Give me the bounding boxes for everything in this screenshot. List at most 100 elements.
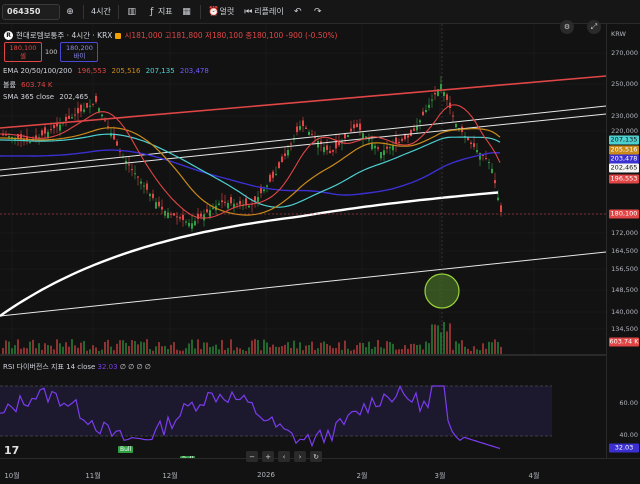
volume-bar	[464, 346, 466, 354]
volume-bar	[110, 346, 112, 354]
candle	[164, 211, 166, 216]
candle	[494, 180, 496, 184]
alert-button[interactable]: ⏰ 얼럿	[204, 2, 239, 22]
sell-button[interactable]: 180,100 셀	[4, 42, 42, 62]
rsi-tick: 40.00	[619, 431, 638, 439]
volume-bar	[221, 339, 223, 354]
scroll-left-button[interactable]: ‹	[278, 451, 290, 462]
scroll-right-button[interactable]: ›	[294, 451, 306, 462]
volume-bar	[356, 345, 358, 354]
chart-type-button[interactable]: ▥	[122, 2, 142, 22]
buy-price: 180,200	[65, 44, 93, 52]
fullscreen-icon[interactable]: ⤢	[587, 20, 601, 34]
candle	[500, 205, 502, 212]
chart-settings-icon[interactable]: ⚙	[560, 20, 574, 34]
candle	[455, 124, 457, 128]
volume-bar	[254, 339, 256, 354]
interval-button[interactable]: 4시간	[87, 2, 115, 22]
candle	[383, 150, 385, 156]
volume-bar	[326, 343, 328, 354]
last-price-tag: 180,100	[609, 209, 639, 219]
templates-icon: ▦	[182, 6, 191, 17]
volume-bar	[473, 346, 475, 354]
volume-bar	[446, 331, 448, 354]
spread-value: 100	[45, 48, 58, 56]
undo-icon: ↶	[293, 6, 302, 17]
time-label: 12월	[162, 472, 178, 480]
compare-button[interactable]: ⊕	[60, 2, 80, 22]
symbol-name[interactable]: 현대로템보통주 · 4시간 · KRX	[16, 30, 112, 41]
time-label: 4월	[528, 472, 540, 480]
symbol-title: R 현대로템보통주 · 4시간 · KRX 시181,000 고181,800 …	[4, 30, 337, 41]
templates-button[interactable]: ▦	[177, 2, 197, 22]
volume-bar	[293, 340, 295, 354]
candle	[248, 205, 250, 208]
candle	[53, 124, 55, 129]
candle	[425, 110, 427, 112]
candle	[68, 115, 70, 119]
candle	[380, 152, 382, 159]
candle	[317, 141, 319, 148]
candle	[167, 212, 169, 219]
candle	[269, 174, 271, 182]
candle	[80, 104, 82, 112]
candle	[131, 169, 133, 171]
candle	[305, 127, 307, 129]
candle	[374, 145, 376, 149]
volume-bar	[38, 343, 40, 354]
toolbar-divider	[83, 4, 84, 19]
candle	[116, 141, 118, 146]
candle	[230, 197, 232, 204]
price-tick: 172,000	[611, 229, 638, 237]
volume-bar	[458, 343, 460, 354]
volume-bar	[365, 347, 367, 354]
candle	[287, 150, 289, 156]
candle	[311, 134, 313, 136]
volume-bar	[119, 340, 121, 354]
ema200-price-tag: 203,478	[609, 154, 639, 164]
volume-bar	[161, 346, 163, 354]
buy-button[interactable]: 180,200 바이	[60, 42, 99, 62]
candle	[407, 135, 409, 138]
volume-bar	[278, 347, 280, 354]
volume-bars	[2, 321, 502, 354]
candle	[356, 123, 358, 128]
reset-chart-button[interactable]: ↻	[310, 451, 322, 462]
candle	[239, 200, 241, 205]
volume-bar	[197, 339, 199, 354]
candle	[254, 196, 256, 201]
candle	[77, 108, 79, 114]
sma-legend[interactable]: SMA 365 close 202,465	[3, 93, 88, 101]
volume-legend[interactable]: 볼륨 603.74 K	[3, 80, 52, 90]
volume-bar	[50, 345, 52, 354]
symbol-search-input[interactable]: 064350	[2, 3, 60, 20]
replay-button[interactable]: ⏮ 리플레이	[238, 2, 287, 22]
redo-button[interactable]: ↷	[308, 2, 328, 22]
time-label: 3월	[434, 472, 446, 480]
alert-label: 얼럿	[219, 7, 235, 16]
volume-bar	[428, 343, 430, 354]
price-axis[interactable]: KRW 270,000 250,000 230,000 220,000 207,…	[606, 24, 640, 458]
indicators-button[interactable]: ƒ 지표	[142, 2, 177, 22]
trendline-white-lower[interactable]	[0, 251, 606, 317]
candle	[83, 109, 85, 112]
candle	[473, 143, 475, 147]
replay-icon: ⏮	[244, 6, 253, 17]
volume-bar	[338, 342, 340, 354]
volume-bar	[500, 346, 502, 354]
volume-bar	[431, 324, 433, 354]
ohlc-values: 시181,000 고181,800 저180,100 종180,100 -900…	[124, 31, 338, 40]
volume-bar	[56, 339, 58, 354]
sma-label: SMA 365 close	[3, 93, 55, 101]
candle	[353, 124, 355, 129]
candle	[209, 210, 211, 217]
rsi-legend[interactable]: RSI 다이버전스 지표 14 close 32.03 ∅ ∅ ∅ ∅	[3, 362, 151, 372]
volume-bar	[116, 343, 118, 354]
zoom-in-button[interactable]: +	[262, 451, 274, 462]
company-logo: R	[4, 31, 13, 40]
undo-button[interactable]: ↶	[288, 2, 308, 22]
zoom-out-button[interactable]: −	[246, 451, 258, 462]
ema-legend[interactable]: EMA 20/50/100/200 196,553 205,516 207,13…	[3, 67, 209, 75]
candle	[419, 120, 421, 123]
candle	[275, 174, 277, 175]
